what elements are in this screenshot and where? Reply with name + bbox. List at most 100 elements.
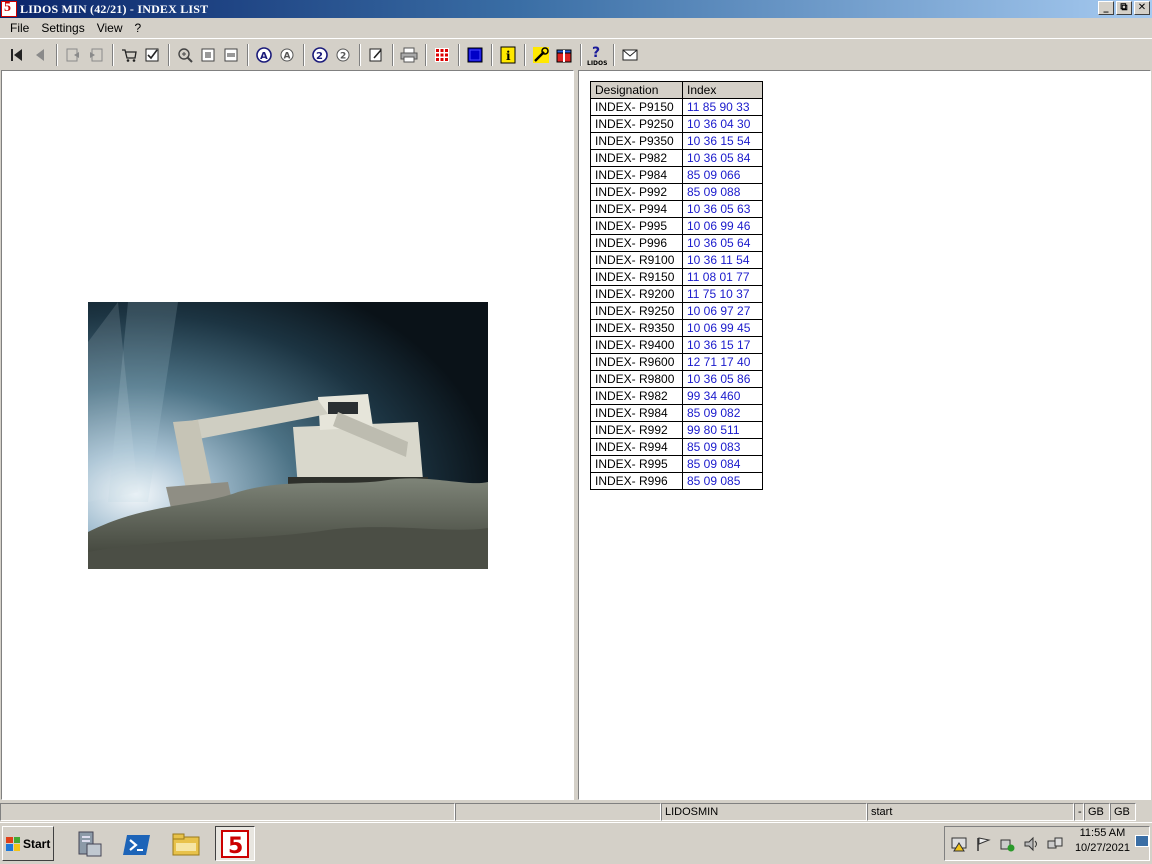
checklist-icon[interactable] (141, 44, 163, 66)
app-icon[interactable]: 5 (1, 0, 17, 17)
blue-square-icon[interactable] (464, 44, 486, 66)
network-icon[interactable] (1047, 836, 1063, 852)
back-history-icon[interactable] (62, 44, 84, 66)
table-row[interactable]: INDEX- R995 85 09 084 (590, 455, 763, 473)
index-link[interactable]: 12 71 17 40 (682, 353, 763, 371)
minimize-button[interactable]: _ (1098, 1, 1114, 15)
index-link[interactable]: 10 36 11 54 (682, 251, 763, 269)
index-link[interactable]: 85 09 083 (682, 438, 763, 456)
designation-cell: INDEX- R992 (590, 421, 683, 439)
index-link[interactable]: 11 08 01 77 (682, 268, 763, 286)
index-link[interactable]: 11 85 90 33 (682, 98, 763, 116)
table-row[interactable]: INDEX- R9150 11 08 01 77 (590, 268, 763, 286)
explorer-folder-icon[interactable] (166, 826, 206, 861)
lidos-app-icon[interactable]: 5 (215, 826, 255, 861)
action-center-icon[interactable] (951, 836, 967, 852)
menu-file[interactable]: File (4, 21, 35, 35)
index-link[interactable]: 10 06 97 27 (682, 302, 763, 320)
index-link[interactable]: 10 06 99 45 (682, 319, 763, 337)
index-link[interactable]: 10 36 05 86 (682, 370, 763, 388)
table-row[interactable]: INDEX- P982 10 36 05 84 (590, 149, 763, 167)
menu-settings[interactable]: Settings (35, 21, 90, 35)
table-row[interactable]: INDEX- P992 85 09 088 (590, 183, 763, 201)
clock[interactable]: 11:55 AM 10/27/2021 (1075, 826, 1130, 856)
forward-history-icon[interactable] (85, 44, 107, 66)
table-row[interactable]: INDEX- R9400 10 36 15 17 (590, 336, 763, 354)
previous-page-icon[interactable] (29, 44, 51, 66)
table-row[interactable]: INDEX- P994 10 36 05 63 (590, 200, 763, 218)
column-header-designation: Designation (590, 81, 683, 99)
index-link[interactable]: 10 06 99 46 (682, 217, 763, 235)
table-row[interactable]: INDEX- R994 85 09 083 (590, 438, 763, 456)
svg-text:LIDOS: LIDOS (587, 60, 607, 66)
show-desktop-icon[interactable] (1135, 835, 1149, 847)
start-button[interactable]: Start (2, 826, 54, 861)
excavator-photo (88, 302, 488, 569)
index-link[interactable]: 10 36 15 17 (682, 336, 763, 354)
index-link[interactable]: 10 36 04 30 (682, 115, 763, 133)
flag-icon[interactable] (975, 836, 991, 852)
index-link[interactable]: 85 09 084 (682, 455, 763, 473)
taskbar: Start 5 11:55 AM 10/27/2021 (0, 822, 1152, 864)
index-link[interactable]: 10 36 05 64 (682, 234, 763, 252)
index-link[interactable]: 99 34 460 (682, 387, 763, 405)
table-row[interactable]: INDEX- R982 99 34 460 (590, 387, 763, 405)
index-link[interactable]: 85 09 082 (682, 404, 763, 422)
search-a-icon[interactable]: A (253, 44, 275, 66)
table-row[interactable]: INDEX- P995 10 06 99 46 (590, 217, 763, 235)
svg-text:A: A (260, 51, 268, 62)
cart-icon[interactable] (118, 44, 140, 66)
table-row[interactable]: INDEX- P9150 11 85 90 33 (590, 98, 763, 116)
table-row[interactable]: INDEX- R996 85 09 085 (590, 472, 763, 490)
powershell-icon[interactable] (117, 826, 157, 861)
first-page-icon[interactable] (6, 44, 28, 66)
window-title: LIDOS MIN (42/21) - INDEX LIST (20, 1, 209, 16)
index-link[interactable]: 85 09 085 (682, 472, 763, 490)
table-row[interactable]: INDEX- R9600 12 71 17 40 (590, 353, 763, 371)
tools-icon[interactable] (530, 44, 552, 66)
gift-icon[interactable] (553, 44, 575, 66)
designation-cell: INDEX- R9100 (590, 251, 683, 269)
table-row[interactable]: INDEX- P9350 10 36 15 54 (590, 132, 763, 150)
fit-width-icon[interactable] (220, 44, 242, 66)
search-2-prev-icon[interactable]: 2 (332, 44, 354, 66)
table-row[interactable]: INDEX- R9250 10 06 97 27 (590, 302, 763, 320)
table-row[interactable]: INDEX- R9350 10 06 99 45 (590, 319, 763, 337)
column-header-index: Index (682, 81, 763, 99)
mail-icon[interactable] (619, 44, 641, 66)
search-2-icon[interactable]: 2 (309, 44, 331, 66)
index-link[interactable]: 10 36 05 84 (682, 149, 763, 167)
index-link[interactable]: 10 36 15 54 (682, 132, 763, 150)
table-row[interactable]: INDEX- R984 85 09 082 (590, 404, 763, 422)
print-icon[interactable] (398, 44, 420, 66)
designation-cell: INDEX- R9250 (590, 302, 683, 320)
search-a-prev-icon[interactable]: A (276, 44, 298, 66)
close-button[interactable]: ✕ (1134, 1, 1150, 15)
table-row[interactable]: INDEX- P984 85 09 066 (590, 166, 763, 184)
grid-icon[interactable] (431, 44, 453, 66)
zoom-in-icon[interactable] (174, 44, 196, 66)
fit-page-icon[interactable] (197, 44, 219, 66)
table-row[interactable]: INDEX- R9800 10 36 05 86 (590, 370, 763, 388)
network-security-icon[interactable] (999, 836, 1015, 852)
index-link[interactable]: 85 09 066 (682, 166, 763, 184)
server-manager-icon[interactable] (68, 826, 108, 861)
index-link[interactable]: 11 75 10 37 (682, 285, 763, 303)
index-link[interactable]: 10 36 05 63 (682, 200, 763, 218)
notes-icon[interactable] (365, 44, 387, 66)
index-link[interactable]: 85 09 088 (682, 183, 763, 201)
restore-button[interactable]: ⧉ (1116, 1, 1132, 15)
lidos-help-icon[interactable]: ? LIDOS (586, 44, 608, 66)
status-cell-dash: - (1074, 803, 1084, 821)
designation-cell: INDEX- R9200 (590, 285, 683, 303)
table-row[interactable]: INDEX- P996 10 36 05 64 (590, 234, 763, 252)
index-link[interactable]: 99 80 511 (682, 421, 763, 439)
table-row[interactable]: INDEX- R992 99 80 511 (590, 421, 763, 439)
info-icon[interactable]: i (497, 44, 519, 66)
volume-icon[interactable] (1023, 836, 1039, 852)
menu-help[interactable]: ? (129, 21, 148, 35)
table-row[interactable]: INDEX- R9100 10 36 11 54 (590, 251, 763, 269)
table-row[interactable]: INDEX- R9200 11 75 10 37 (590, 285, 763, 303)
menu-view[interactable]: View (91, 21, 129, 35)
table-row[interactable]: INDEX- P9250 10 36 04 30 (590, 115, 763, 133)
